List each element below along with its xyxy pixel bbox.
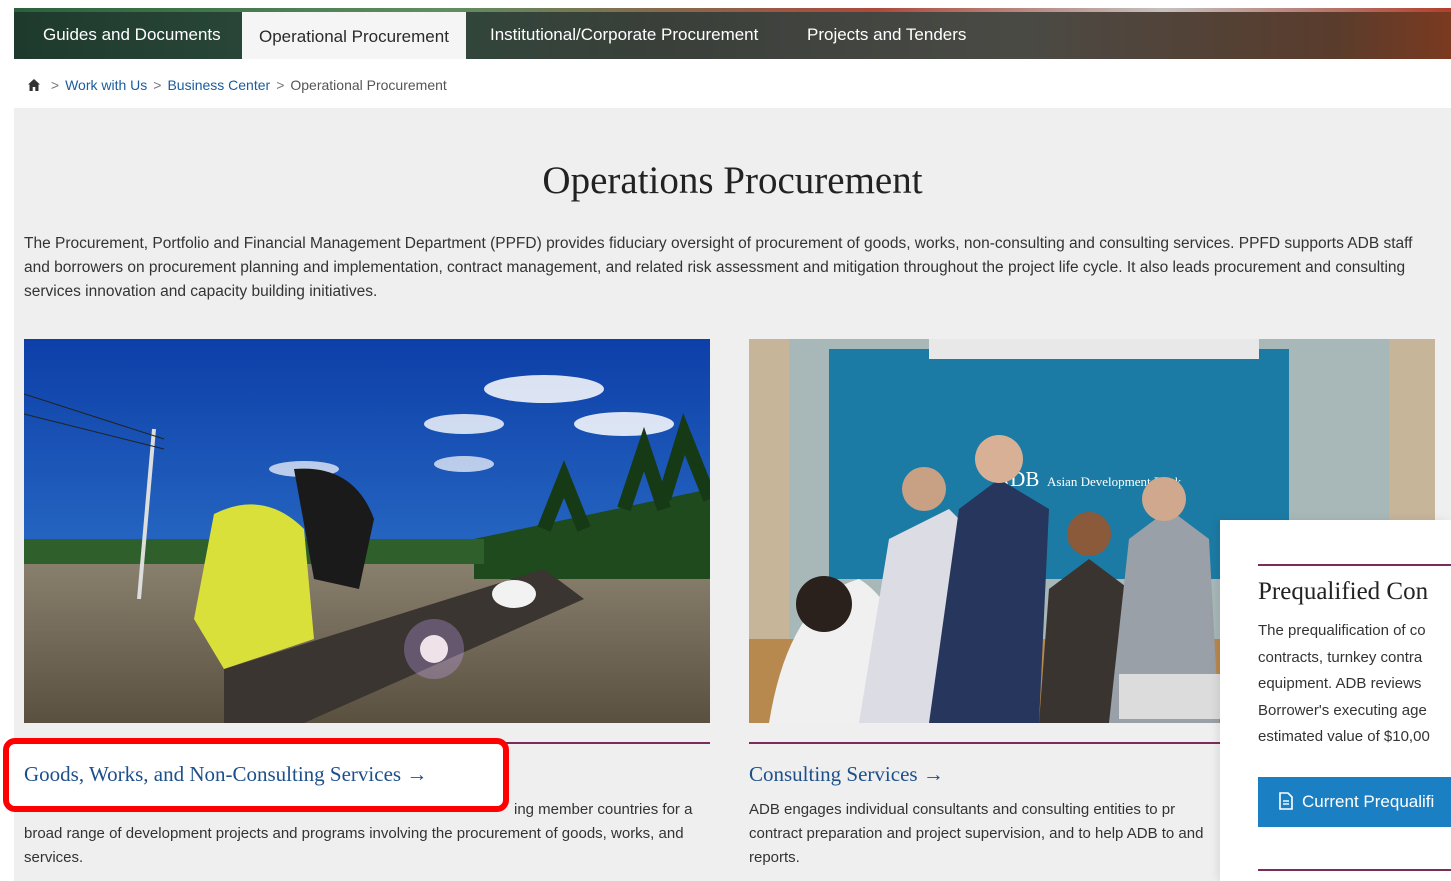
welder-photo[interactable] bbox=[24, 339, 710, 723]
current-prequalified-button-label: Current Prequalifi bbox=[1302, 792, 1435, 811]
tab-guides-and-documents[interactable]: Guides and Documents bbox=[43, 8, 221, 59]
prequalified-contractors-panel: Prequalified Con The prequalification of… bbox=[1220, 520, 1451, 881]
breadcrumb-work-with-us[interactable]: Work with Us bbox=[65, 77, 147, 93]
goods-works-services-link[interactable]: Goods, Works, and Non-Consulting Service… bbox=[24, 762, 427, 787]
panel-line: estimated value of $10,00 bbox=[1258, 728, 1430, 745]
panel-title: Prequalified Con bbox=[1258, 578, 1429, 605]
tab-projects-and-tenders[interactable]: Projects and Tenders bbox=[807, 8, 966, 59]
breadcrumb-separator: > bbox=[276, 77, 285, 93]
panel-line: contracts, turnkey contra bbox=[1258, 648, 1423, 666]
panel-line: The prequalification of co bbox=[1258, 622, 1426, 639]
breadcrumb-current: Operational Procurement bbox=[290, 77, 447, 93]
intro-paragraph: The Procurement, Portfolio and Financial… bbox=[24, 235, 1413, 300]
breadcrumb-business-center[interactable]: Business Center bbox=[167, 77, 270, 93]
panel-divider bbox=[1258, 564, 1451, 566]
panel-line: equipment. ADB reviews bbox=[1258, 675, 1422, 692]
panel-divider bbox=[1258, 869, 1451, 871]
breadcrumb: > Work with Us > Business Center > Operationa… bbox=[27, 74, 447, 96]
document-icon bbox=[1279, 792, 1293, 810]
page-title: Operations Procurement bbox=[542, 159, 923, 202]
consulting-services-link[interactable]: Consulting Services → bbox=[749, 762, 944, 787]
tab-institutional-corporate-procurement[interactable]: Institutional/Corporate Procurement bbox=[490, 8, 758, 59]
goods-works-description: broad range of development projects and … bbox=[24, 825, 684, 866]
breadcrumb-separator: > bbox=[153, 77, 162, 93]
goods-works-description-partial: ing member countries for a bbox=[514, 801, 693, 818]
consulting-services-description: ADB engages individual consultants and c… bbox=[749, 801, 1204, 866]
current-prequalified-button[interactable]: Current Prequalifi bbox=[1258, 777, 1451, 827]
tab-operational-procurement[interactable]: Operational Procurement bbox=[242, 12, 466, 59]
top-navigation: Guides and Documents Operational Procure… bbox=[14, 8, 1451, 59]
panel-description: The prequalification of co contracts, tu… bbox=[1258, 618, 1451, 751]
breadcrumb-separator: > bbox=[50, 77, 60, 93]
panel-line: Borrower's executing age bbox=[1258, 701, 1427, 719]
home-icon[interactable] bbox=[27, 78, 41, 92]
